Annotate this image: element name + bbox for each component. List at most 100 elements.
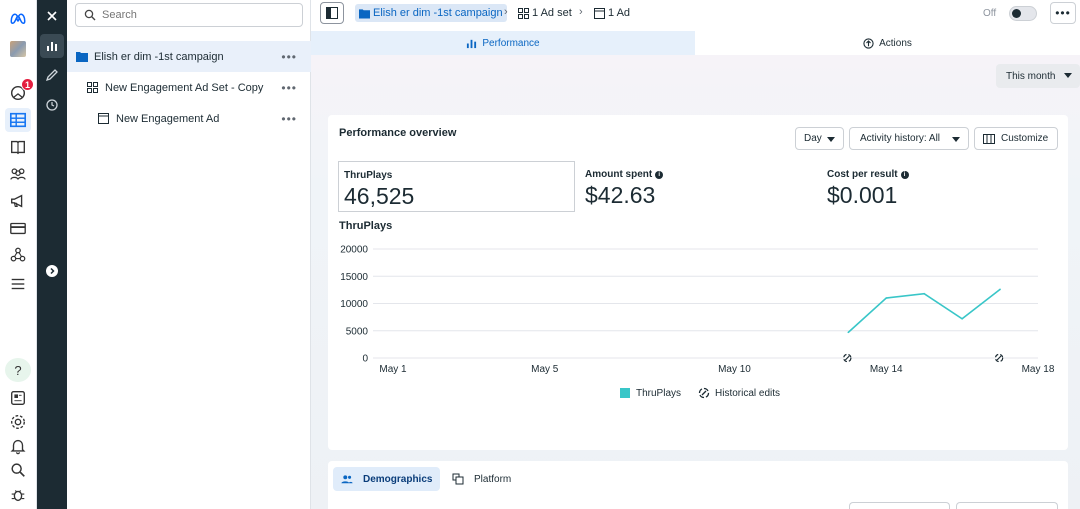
- campaign-on-off-toggle[interactable]: [1009, 6, 1037, 21]
- breakdown-option-button[interactable]: [849, 502, 950, 509]
- thruplays-line-chart: 0 5000 10000 15000 20000 May 1 May 5 May 10 May …: [340, 245, 1055, 376]
- breadcrumb-campaign[interactable]: Elish er dim -1st campaign: [355, 4, 507, 22]
- more-options-icon[interactable]: •••: [281, 50, 297, 64]
- metric-value: 46,525: [344, 183, 415, 209]
- metric-label: Cost per result: [827, 169, 898, 180]
- business-settings-icon[interactable]: [5, 243, 31, 267]
- data-point: [885, 297, 888, 299]
- breakdown-card: Demographics Platform: [328, 461, 1068, 509]
- x-tick-label: May 1: [379, 364, 407, 375]
- account-avatar[interactable]: [5, 37, 31, 61]
- chevron-down-icon: [1064, 73, 1072, 78]
- more-actions-button[interactable]: •••: [1050, 2, 1076, 24]
- date-range-dropdown[interactable]: This month: [996, 64, 1080, 88]
- megaphone-icon[interactable]: [5, 189, 31, 213]
- tab-demographics[interactable]: Demographics: [333, 467, 441, 491]
- metric-label: Amount spent: [585, 169, 653, 180]
- tab-actions-label: Actions: [879, 37, 912, 49]
- metric-amount-spent[interactable]: Amount spent i $42.63: [580, 161, 817, 212]
- bell-icon[interactable]: [5, 434, 31, 458]
- help-icon[interactable]: ?: [5, 358, 31, 382]
- data-point: [961, 317, 963, 320]
- legend-item-historical-edits[interactable]: Historical edits: [698, 387, 780, 399]
- breadcrumb-ad-label: 1 Ad: [608, 7, 631, 19]
- tab-platform-label: Platform: [474, 473, 512, 485]
- bar-chart-icon[interactable]: [40, 34, 64, 58]
- historical-edit-icon: [698, 387, 710, 399]
- data-point: [999, 288, 1001, 291]
- data-point: [847, 331, 850, 334]
- granularity-dropdown[interactable]: Day: [795, 127, 844, 150]
- breakdown-option-button[interactable]: [956, 502, 1058, 509]
- chevron-down-icon: [952, 137, 960, 142]
- history-clock-icon[interactable]: [40, 93, 64, 117]
- legend-swatch: [620, 388, 630, 398]
- search-box[interactable]: [75, 3, 303, 27]
- info-icon[interactable]: i: [655, 170, 664, 179]
- toggle-panel-button[interactable]: [320, 2, 344, 24]
- granularity-label: Day: [804, 133, 822, 144]
- info-icon[interactable]: i: [900, 170, 909, 179]
- search-input[interactable]: [102, 9, 292, 21]
- edit-pencil-icon[interactable]: [40, 63, 64, 87]
- top-bar: Elish er dim -1st campaign › 1 Ad set › …: [311, 0, 1080, 30]
- more-options-icon[interactable]: •••: [281, 112, 297, 126]
- settings-gear-icon[interactable]: [5, 410, 31, 434]
- activity-history-dropdown[interactable]: Activity history: All: [849, 127, 969, 150]
- meta-logo-icon[interactable]: [5, 6, 31, 30]
- y-tick-label: 0: [362, 354, 368, 365]
- y-tick-label: 15000: [340, 272, 368, 283]
- metric-value: $42.63: [585, 182, 656, 208]
- chevron-down-icon: [827, 137, 835, 142]
- folder-icon: [76, 51, 88, 63]
- tab-platform[interactable]: Platform: [444, 467, 519, 491]
- historical-edit-marker[interactable]: [843, 353, 852, 363]
- news-feed-icon[interactable]: [5, 386, 31, 410]
- legend-item-thruplays[interactable]: ThruPlays: [620, 387, 681, 399]
- toggle-state-label: Off: [983, 8, 997, 19]
- tree-item-campaign[interactable]: Elish er dim -1st campaign •••: [67, 41, 311, 72]
- notifications-icon[interactable]: 1: [5, 78, 34, 105]
- billing-card-icon[interactable]: [5, 216, 31, 240]
- metric-label: ThruPlays: [344, 170, 393, 181]
- breadcrumb-campaign-label: Elish er dim -1st campaign: [373, 7, 503, 19]
- ads-manager-table-icon[interactable]: [5, 108, 31, 132]
- series-line-thruplays: [847, 288, 1001, 333]
- actions-arrow-icon: [863, 37, 874, 49]
- audiences-icon[interactable]: [5, 162, 31, 186]
- tools-strip: [37, 0, 67, 509]
- catalog-book-icon[interactable]: [5, 135, 31, 159]
- breadcrumb-separator: ›: [504, 6, 508, 18]
- all-tools-menu-icon[interactable]: [5, 272, 31, 296]
- historical-edit-marker[interactable]: [994, 353, 1004, 363]
- activity-history-label: Activity history: All: [860, 133, 941, 144]
- chart-title: ThruPlays: [339, 220, 393, 232]
- data-point: [923, 292, 925, 295]
- x-tick-label: May 5: [531, 364, 559, 375]
- y-tick-label: 10000: [340, 299, 368, 310]
- customize-button[interactable]: Customize: [974, 127, 1058, 150]
- bug-report-icon[interactable]: [5, 483, 31, 507]
- customize-columns-icon: [983, 133, 995, 144]
- more-options-icon[interactable]: •••: [281, 81, 297, 95]
- expand-chevron-icon[interactable]: [40, 259, 64, 283]
- breadcrumb-ad[interactable]: 1 Ad: [594, 4, 630, 22]
- breadcrumb-adset[interactable]: 1 Ad set: [518, 4, 572, 22]
- tree-item-adset[interactable]: New Engagement Ad Set - Copy •••: [67, 72, 311, 103]
- tree-item-ad[interactable]: New Engagement Ad •••: [67, 103, 311, 134]
- tab-performance[interactable]: Performance: [311, 31, 695, 55]
- search-icon: [84, 9, 96, 21]
- app-rail: 1 ?: [0, 0, 37, 509]
- performance-overview-card: Performance overview Day Activity histor…: [328, 115, 1068, 450]
- close-icon[interactable]: [40, 4, 64, 28]
- x-tick-label: May 18: [1022, 364, 1055, 375]
- x-tick-label: May 14: [870, 364, 903, 375]
- search-icon[interactable]: [5, 458, 31, 482]
- ad-set-grid-icon: [87, 82, 99, 94]
- platform-icon: [452, 473, 464, 485]
- metric-cost-per-result[interactable]: Cost per result i $0.001: [822, 161, 1059, 212]
- metric-thruplays[interactable]: ThruPlays 46,525: [338, 161, 575, 212]
- x-tick-label: May 10: [718, 364, 751, 375]
- breadcrumb-adset-label: 1 Ad set: [532, 7, 572, 19]
- tab-actions[interactable]: Actions: [695, 31, 1080, 55]
